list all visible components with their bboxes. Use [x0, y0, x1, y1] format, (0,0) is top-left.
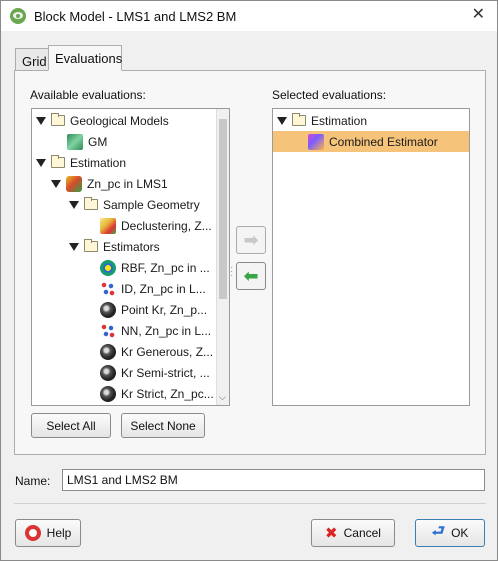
select-all-button[interactable]: Select All	[31, 413, 111, 438]
nn-icon	[100, 322, 116, 339]
tree-item-label: Kr Semi-strict, ...	[121, 365, 210, 380]
tree-item-label: ID, Zn_pc in L...	[121, 281, 206, 296]
folder-icon	[84, 239, 98, 252]
tree-item-label: Declustering, Z...	[121, 218, 212, 233]
tree-item-label: Zn_pc in LMS1	[87, 176, 168, 191]
tree-item-sample-geometry[interactable]: Sample Geometry	[69, 194, 200, 215]
kriging-icon	[100, 343, 116, 360]
expand-triangle-icon[interactable]	[277, 116, 287, 125]
domain-icon	[66, 175, 82, 192]
selected-evaluations-tree[interactable]: Estimation Combined Estimator	[272, 108, 470, 406]
geological-model-icon	[67, 133, 83, 150]
expand-triangle-icon[interactable]	[51, 179, 61, 188]
selected-evaluations-label: Selected evaluations:	[272, 88, 387, 102]
close-icon[interactable]: ✕	[472, 7, 485, 23]
folder-icon	[51, 113, 65, 126]
remove-from-selected-button[interactable]: ⬅	[236, 262, 266, 290]
tree-item-label: NN, Zn_pc in L...	[121, 323, 212, 338]
tree-item-declustering[interactable]: Declustering, Z...	[100, 215, 212, 236]
tree-item-kr-strict[interactable]: Kr Strict, Zn_pc...	[100, 383, 214, 404]
kriging-icon	[100, 364, 116, 381]
tree-item-label: Combined Estimator	[329, 134, 438, 149]
tab-grid[interactable]: Grid	[15, 48, 49, 71]
tree-item-kr-generous[interactable]: Kr Generous, Z...	[100, 341, 213, 362]
app-logo-icon	[10, 8, 26, 24]
tree-item-label: Sample Geometry	[103, 197, 200, 212]
title-bar: Block Model - LMS1 and LMS2 BM ✕	[1, 1, 497, 31]
kriging-icon	[100, 301, 116, 318]
ok-button[interactable]: ⮐ OK	[415, 519, 485, 547]
tree-item-geological-models[interactable]: Geological Models	[36, 110, 169, 131]
ok-button-label: OK	[451, 526, 469, 540]
tree-item-label: Geological Models	[70, 113, 169, 128]
tree-item-label: Kr Generous, Z...	[121, 344, 214, 359]
expand-triangle-icon[interactable]	[36, 158, 46, 167]
add-to-selected-button[interactable]: ➡	[236, 226, 266, 254]
help-button-label: Help	[46, 526, 72, 540]
evaluations-panel: Available evaluations: Selected evaluati…	[14, 70, 486, 455]
help-button[interactable]: Help	[15, 519, 81, 547]
folder-icon	[292, 113, 306, 126]
available-evaluations-tree[interactable]: Geological Models GM Estimation Zn_pc in…	[31, 108, 230, 406]
tree-item-label: Estimation	[70, 155, 127, 170]
arrow-left-icon: ⬅	[243, 265, 259, 286]
combined-estimator-icon	[308, 133, 324, 150]
lifebuoy-icon	[24, 525, 41, 541]
selected-item-combined-estimator[interactable]: Combined Estimator	[273, 131, 469, 152]
select-none-button[interactable]: Select None	[121, 413, 205, 438]
id-icon	[100, 280, 116, 297]
tree-item-label: GM	[88, 134, 108, 149]
folder-icon	[84, 197, 98, 210]
tree-item-label: RBF, Zn_pc in ...	[121, 260, 210, 275]
rbf-icon	[100, 259, 116, 276]
enter-arrow-icon: ⮐	[431, 522, 446, 540]
selected-item-estimation[interactable]: Estimation	[277, 110, 367, 131]
expand-triangle-icon[interactable]	[69, 200, 79, 209]
arrow-right-icon: ➡	[243, 229, 259, 250]
declustering-icon	[100, 217, 116, 234]
tree-item-label: Kr Strict, Zn_pc...	[121, 386, 214, 401]
tree-item-nn[interactable]: NN, Zn_pc in L...	[100, 320, 211, 341]
scroll-down-arrow-icon[interactable]: ⌵	[219, 392, 226, 403]
tree-item-zn-pc-in-lms1[interactable]: Zn_pc in LMS1	[51, 173, 168, 194]
expand-triangle-icon[interactable]	[36, 116, 46, 125]
folder-icon	[51, 155, 65, 168]
tree-item-point-kr[interactable]: Point Kr, Zn_p...	[100, 299, 207, 320]
tree-item-id[interactable]: ID, Zn_pc in L...	[100, 278, 206, 299]
tab-evaluations[interactable]: Evaluations	[48, 45, 122, 71]
dialog-window: Block Model - LMS1 and LMS2 BM ✕ Grid Ev…	[0, 0, 498, 561]
available-evaluations-label: Available evaluations:	[30, 88, 146, 102]
window-title: Block Model - LMS1 and LMS2 BM	[34, 8, 237, 24]
tree-item-gm[interactable]: GM	[67, 131, 107, 152]
name-label: Name:	[15, 474, 51, 488]
tree-item-estimators[interactable]: Estimators	[69, 236, 160, 257]
divider	[14, 503, 486, 504]
name-field[interactable]	[62, 469, 485, 491]
tree-item-label: Estimators	[103, 239, 160, 254]
tree-item-estimation[interactable]: Estimation	[36, 152, 126, 173]
tree-item-label: Estimation	[311, 113, 368, 128]
splitter-handle[interactable]: · · ·	[230, 263, 233, 281]
tree-item-label: Point Kr, Zn_p...	[121, 302, 208, 317]
cancel-icon: ✖	[325, 525, 338, 542]
scrollbar-thumb[interactable]	[219, 119, 227, 299]
tree-item-kr-semi-strict[interactable]: Kr Semi-strict, ...	[100, 362, 210, 383]
expand-triangle-icon[interactable]	[69, 242, 79, 251]
tree-item-rbf[interactable]: RBF, Zn_pc in ...	[100, 257, 210, 278]
cancel-button[interactable]: ✖ Cancel	[311, 519, 395, 547]
vertical-scrollbar[interactable]: ⌵	[216, 109, 229, 405]
kriging-icon	[100, 385, 116, 402]
cancel-button-label: Cancel	[343, 526, 381, 540]
